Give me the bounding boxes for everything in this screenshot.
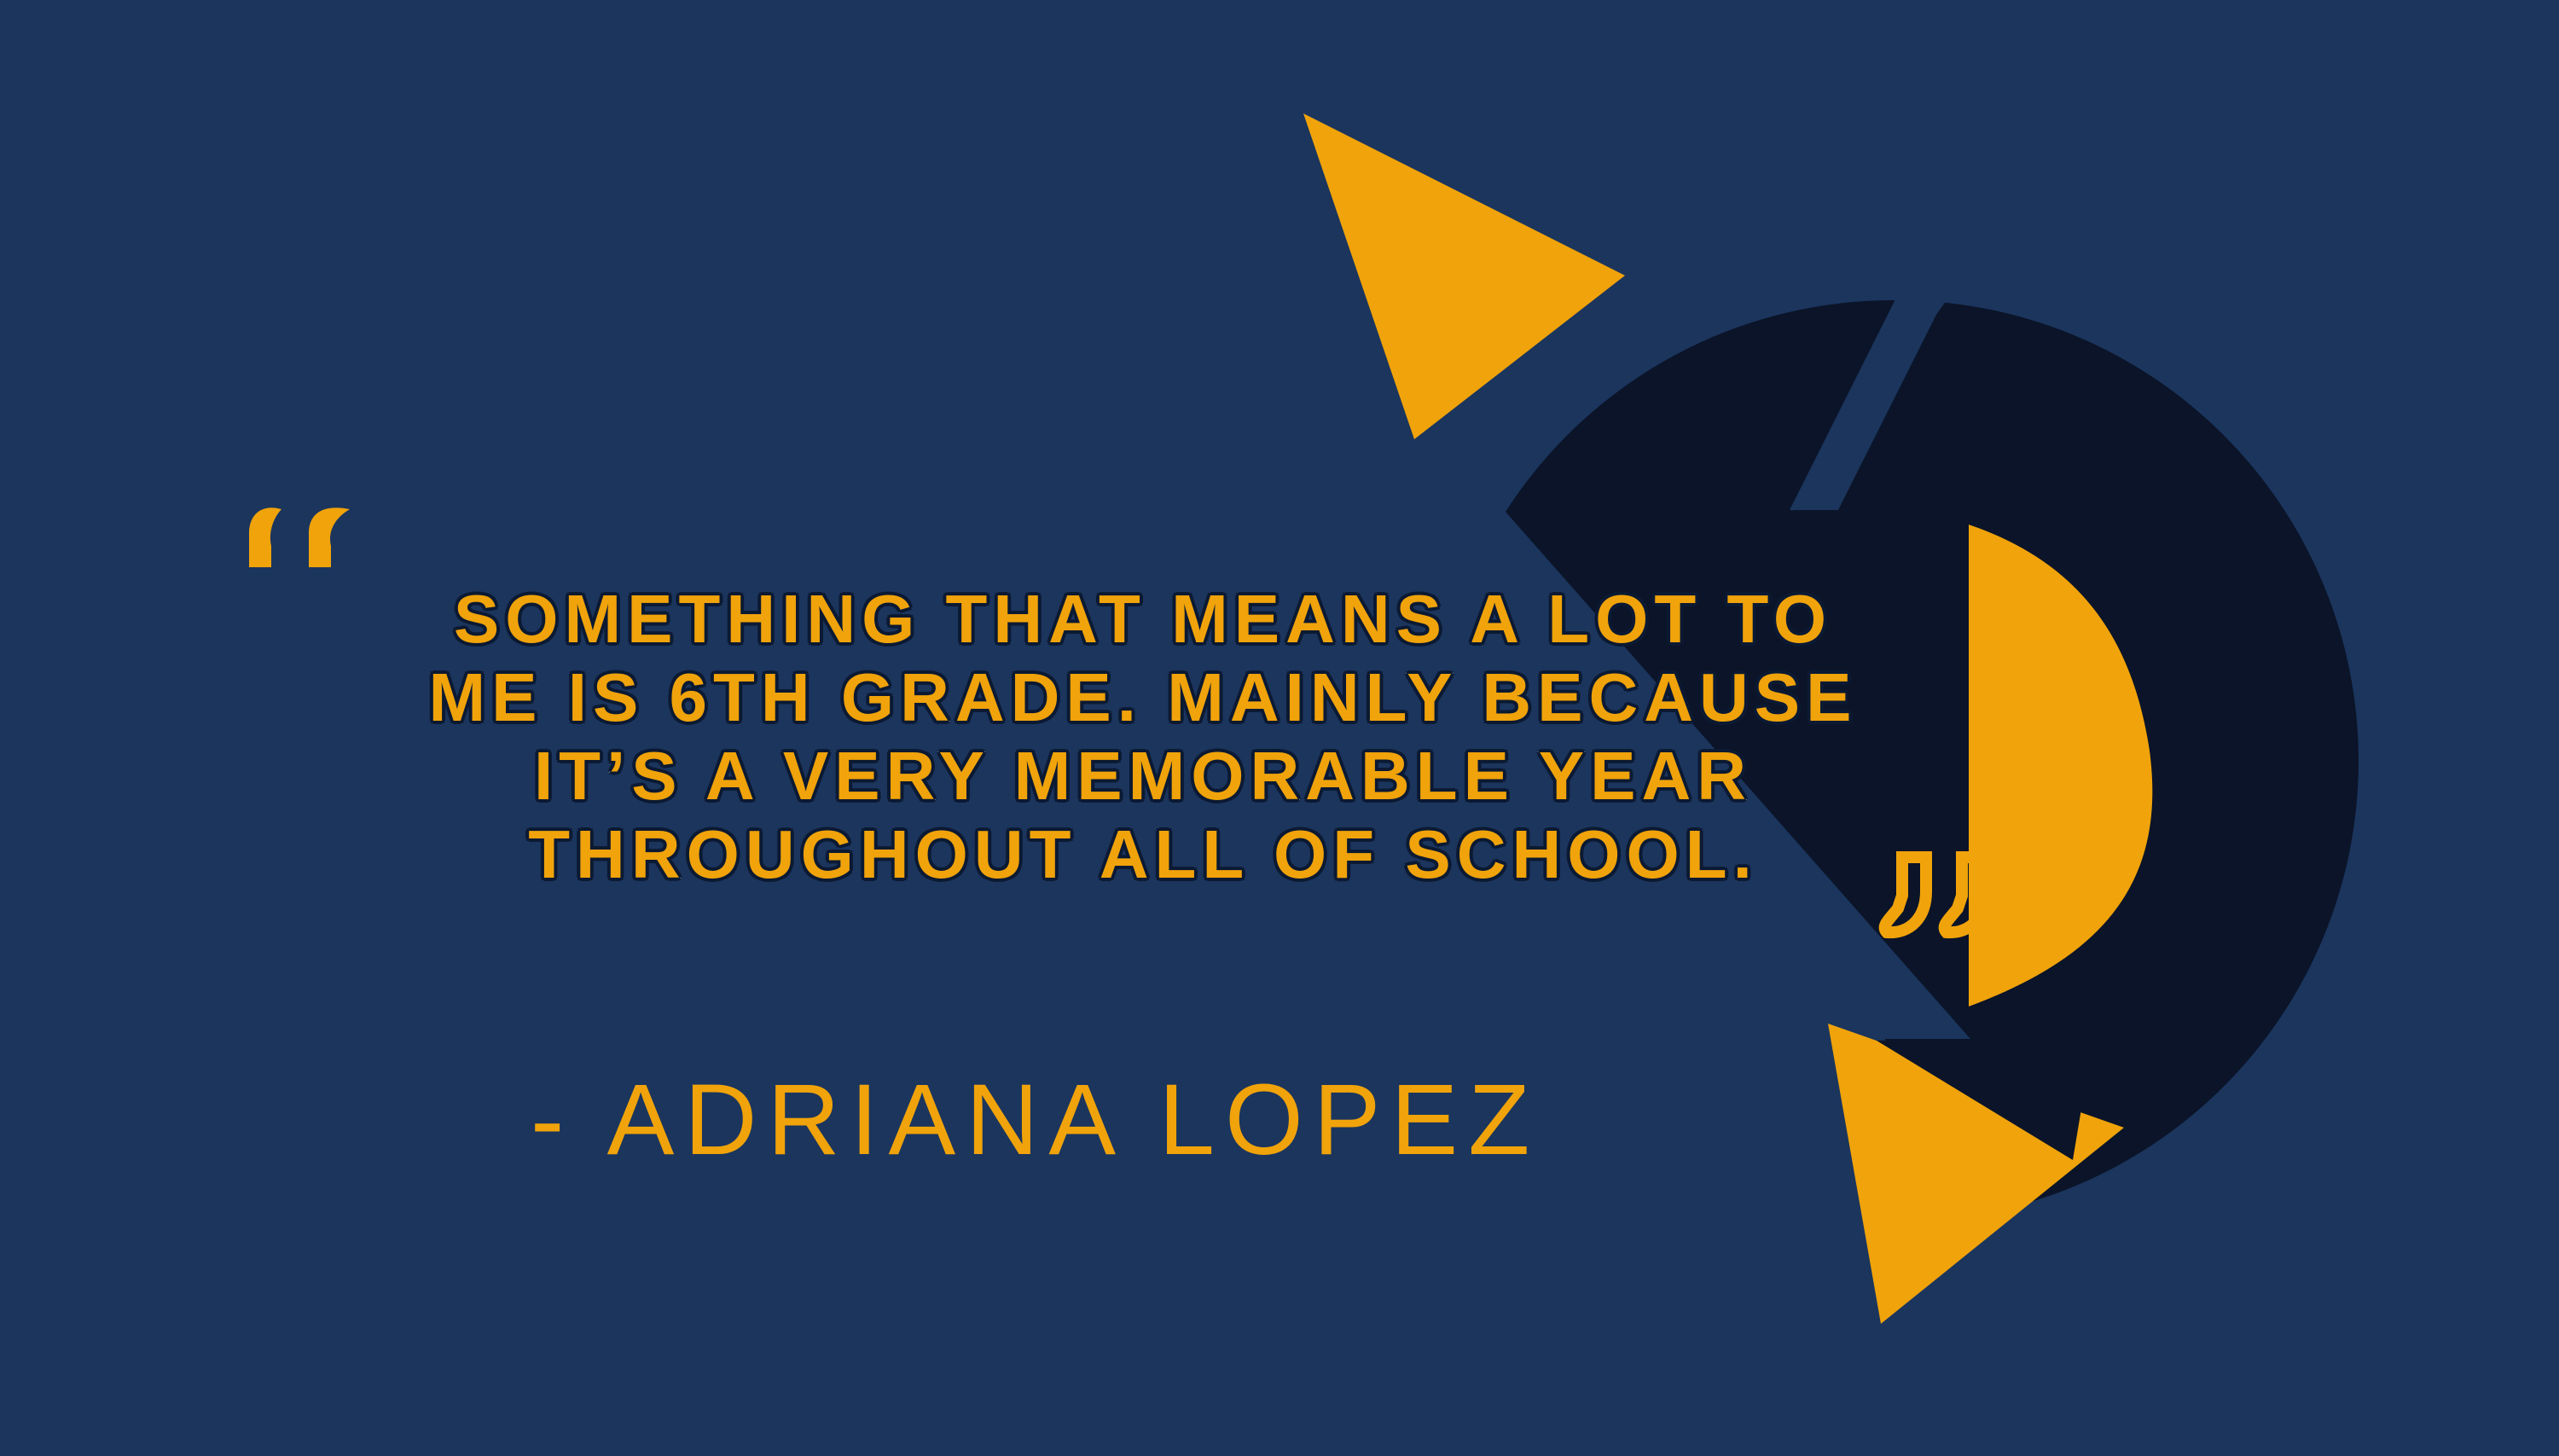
- quote-line-1: SOMETHING THAT MEANS A LOT TO: [452, 580, 1833, 658]
- open-quote-icon: [249, 508, 350, 567]
- quote-attribution: - ADRIANA LOPEZ: [531, 1064, 1541, 1176]
- quote-line-3: IT’S A VERY MEMORABLE YEAR: [532, 737, 1753, 815]
- quote-line-4: THROUGHOUT ALL OF SCHOOL.: [527, 815, 1758, 894]
- quote-card: SOMETHING THAT MEANS A LOT TO ME IS 6TH …: [0, 0, 2559, 1456]
- quote-text: SOMETHING THAT MEANS A LOT TO ME IS 6TH …: [324, 580, 1962, 894]
- top-triangle: [1303, 113, 1625, 439]
- quote-line-2: ME IS 6TH GRADE. MAINLY BECAUSE: [427, 658, 1858, 737]
